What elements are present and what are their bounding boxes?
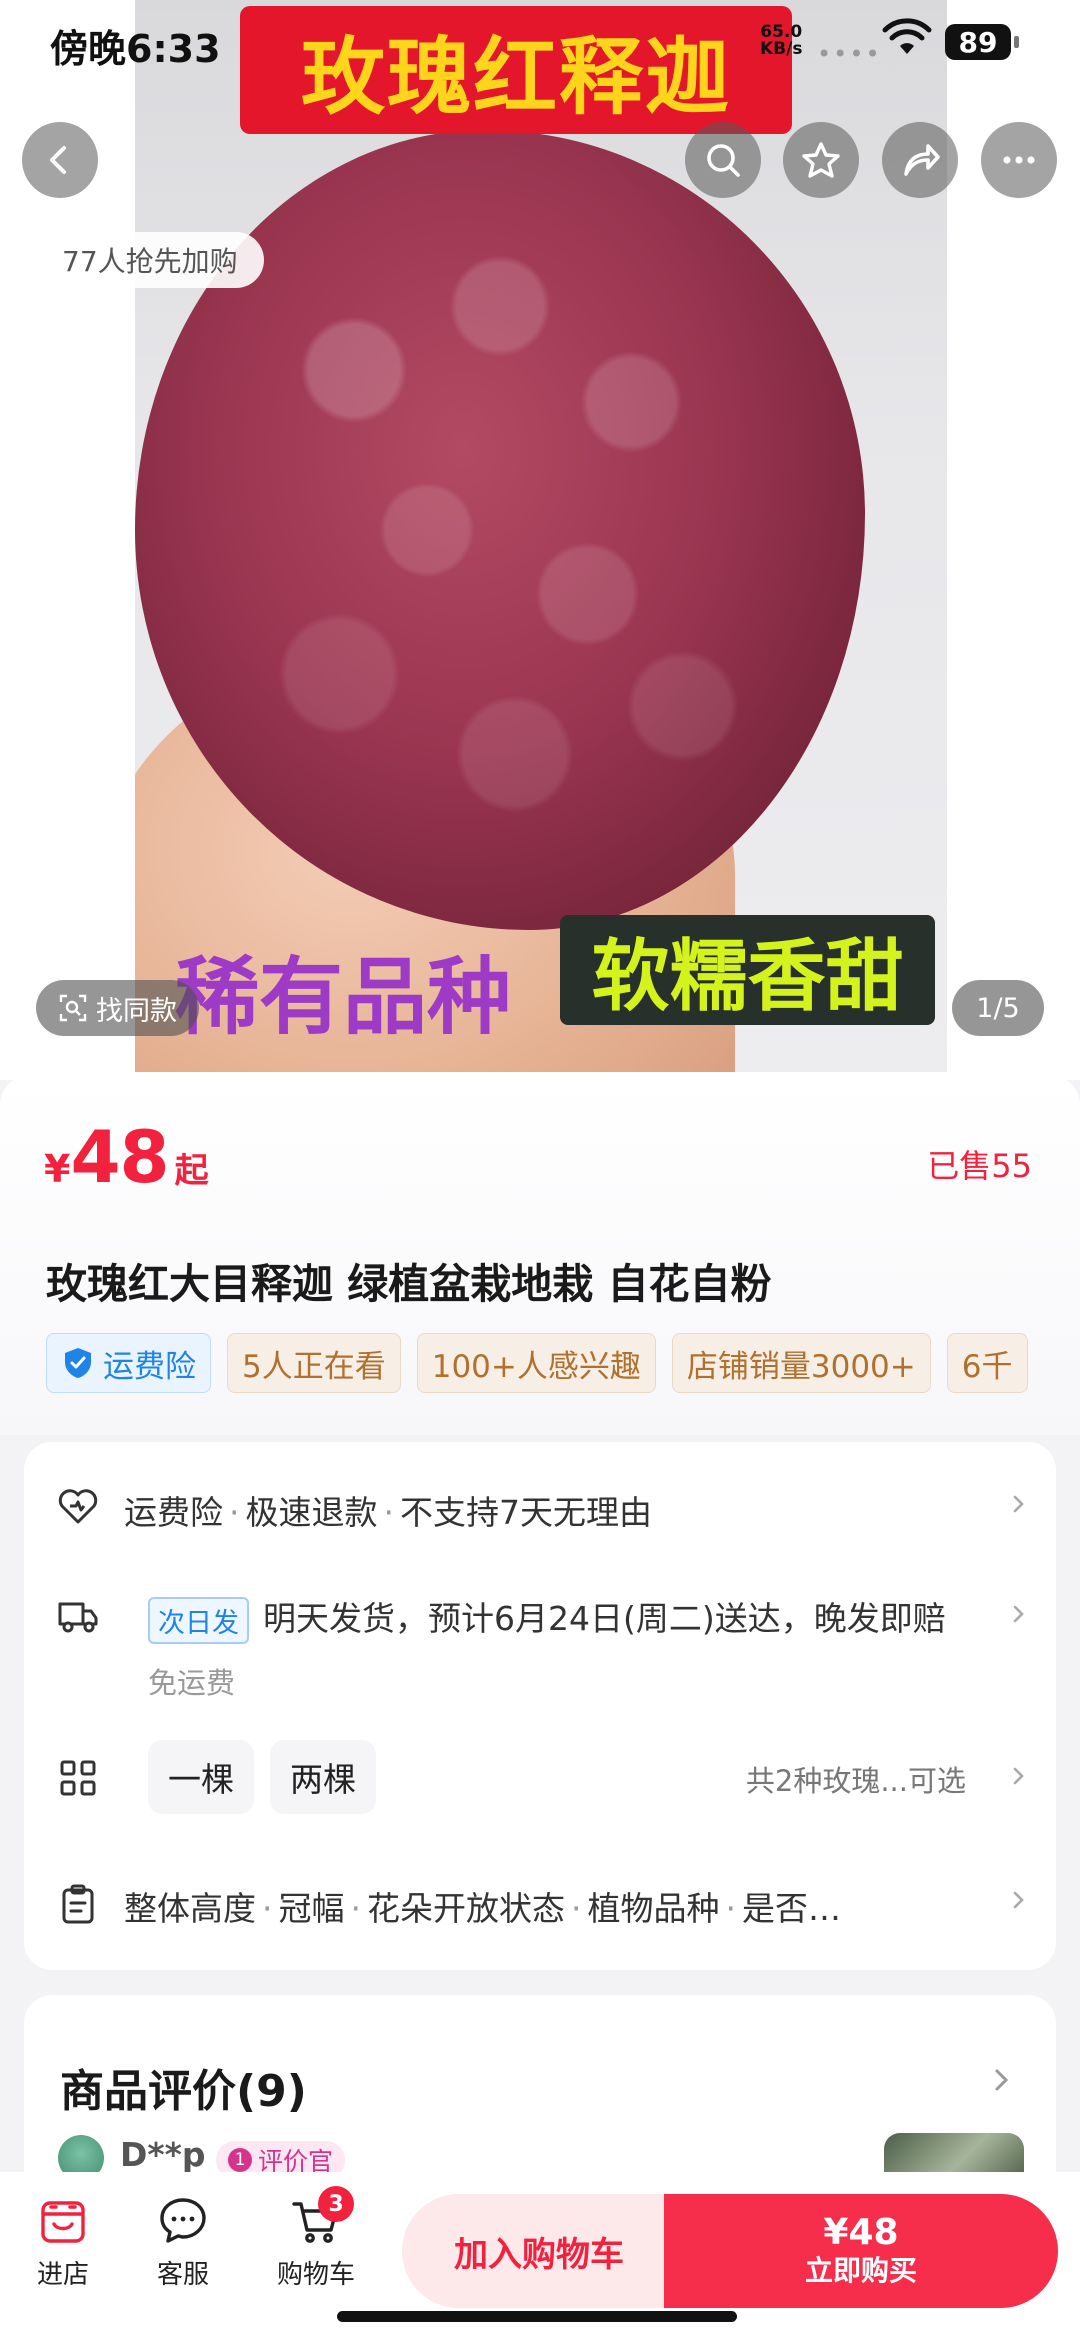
reviews-title: 商品评价(9) [60, 2066, 307, 2117]
cart-button[interactable]: 购物车 3 [266, 2186, 366, 2291]
free-shipping-text: 免运费 [148, 1666, 236, 1700]
guarantee-row[interactable]: 运费险 · 极速退款 · 不支持7天无理由 [24, 1442, 1056, 1562]
chevron-right-icon [1013, 1767, 1024, 1785]
grid-icon [60, 1760, 96, 1796]
shop-button[interactable]: 进店 [18, 2194, 108, 2291]
price-value: 48 [70, 1115, 169, 1199]
options-summary: 共2种玫瑰...可选 [745, 1764, 966, 1798]
image-counter: 1/5 [952, 980, 1044, 1036]
cart-count-badge: 3 [318, 2186, 354, 2222]
param-item: 冠幅 [278, 1889, 345, 1928]
separator-dot: · [571, 1889, 582, 1928]
scan-icon [59, 994, 87, 1022]
shipping-row[interactable]: 次日发 明天发货，预计6月24日(周二)送达，晚发即赔 免运费 [24, 1562, 1056, 1712]
shipping-eta: 明天发货，预计6月24日(周二)送达，晚发即赔 [263, 1599, 946, 1638]
image-overlay-rare: 稀有品种 [175, 948, 512, 1046]
truck-icon [58, 1602, 98, 1633]
guarantee-item: 运费险 [124, 1493, 223, 1532]
battery-indicator: 89 [945, 24, 1011, 60]
buy-now-button[interactable]: ¥48 立即购买 [664, 2194, 1058, 2308]
add-to-cart-button[interactable]: 加入购物车 [402, 2194, 676, 2308]
tag-label: 运费险 [103, 1348, 196, 1385]
home-indicator [337, 2311, 737, 2322]
service-label: 客服 [156, 2260, 209, 2290]
param-item: 是否… [742, 1889, 841, 1928]
separator-dot: · [725, 1889, 737, 1928]
share-button[interactable] [882, 122, 958, 198]
options-row[interactable]: 一棵 两棵 共2种玫瑰...可选 [24, 1712, 1056, 1842]
next-day-badge: 次日发 [148, 1597, 249, 1644]
product-tags: 运费险 5人正在看 100+人感兴趣 店铺销量3000+ 6千 [46, 1333, 1036, 1395]
option-two[interactable]: 两棵 [270, 1740, 376, 1814]
search-button[interactable] [685, 122, 761, 198]
review-user: D**p [120, 2135, 206, 2174]
cart-label: 购物车 [276, 2260, 355, 2290]
clipboard-icon [62, 1884, 94, 1924]
battery-tip [1014, 36, 1019, 48]
chevron-right-icon [1013, 1605, 1024, 1623]
guarantee-item: 极速退款 [245, 1493, 378, 1532]
more-icon [1003, 156, 1035, 164]
param-item: 植物品种 [587, 1889, 720, 1928]
separator-dot: · [350, 1889, 362, 1928]
find-similar-label: 找同款 [96, 995, 177, 1027]
product-title: 玫瑰红大目释迦 绿植盆栽地栽 自花自粉 [46, 1260, 772, 1308]
product-info-card: ¥ 48 起 已售55 玫瑰红大目释迦 绿植盆栽地栽 自花自粉 运费险 5人正在… [0, 1075, 1080, 1435]
options-list: 一棵 两棵 [148, 1740, 392, 1814]
network-speed: 65.0 KB/s [760, 24, 802, 58]
overlay-taste-text: 软糯香甜 [591, 932, 904, 1022]
separator-dot: · [262, 1889, 273, 1928]
shipping-text: 次日发 明天发货，预计6月24日(周二)送达，晚发即赔 [148, 1592, 946, 1644]
shop-icon [41, 2201, 85, 2243]
chevron-right-icon [995, 2069, 1009, 2091]
shop-label: 进店 [36, 2260, 89, 2290]
param-item: 花朵开放状态 [367, 1889, 565, 1928]
favorite-button[interactable] [783, 122, 859, 198]
price-suffix: 起 [174, 1151, 209, 1191]
separator-dot: · [229, 1493, 240, 1532]
buy-now-label: 立即购买 [804, 2254, 917, 2287]
sold-count: 已售55 [927, 1147, 1032, 1185]
share-icon [904, 144, 940, 176]
signal-dots: •••• [817, 40, 882, 68]
option-one[interactable]: 一棵 [148, 1740, 254, 1814]
tag-shop-sales: 店铺销量3000+ [671, 1333, 931, 1393]
customer-service-button[interactable]: 客服 [138, 2194, 228, 2291]
back-icon [50, 146, 66, 174]
buyers-count-pill: 77人抢先加购 [36, 232, 264, 288]
chevron-right-icon [1013, 1495, 1024, 1513]
params-text: 整体高度 · 冠幅 · 花朵开放状态 · 植物品种 · 是否… [124, 1882, 841, 1930]
tag-interested: 100+人感兴趣 [416, 1333, 656, 1393]
service-card: 运费险 · 极速退款 · 不支持7天无理由 次日发 明天发货，预计6月24日(周二)送达，… [24, 1442, 1056, 1970]
separator-dot: · [383, 1493, 395, 1532]
more-button[interactable] [981, 122, 1057, 198]
back-button[interactable] [22, 122, 98, 198]
status-time: 傍晚6:33 [50, 27, 221, 71]
find-similar-button[interactable]: 找同款 [36, 980, 199, 1036]
guarantee-item: 不支持7天无理由 [400, 1493, 652, 1532]
shield-check-icon [65, 1348, 91, 1378]
tag-viewing: 5人正在看 [227, 1333, 401, 1393]
chevron-right-icon [1013, 1891, 1024, 1909]
tag-shipping-insurance[interactable]: 运费险 [46, 1333, 211, 1393]
guarantee-text: 运费险 · 极速退款 · 不支持7天无理由 [124, 1486, 652, 1534]
net-speed-unit: KB/s [760, 39, 803, 59]
chat-icon [160, 2198, 206, 2243]
tag-more: 6千 [946, 1333, 1028, 1393]
status-bar: 傍晚6:33 65.0 KB/s •••• 89 [0, 0, 1080, 90]
price-symbol: ¥ [44, 1147, 71, 1191]
price: ¥ 48 起 [44, 1115, 209, 1199]
params-row[interactable]: 整体高度 · 冠幅 · 花朵开放状态 · 植物品种 · 是否… [24, 1842, 1056, 1970]
badge-number: 1 [228, 2148, 252, 2172]
heart-shield-icon [58, 1489, 98, 1524]
buy-price: ¥48 [823, 2212, 899, 2253]
star-icon [802, 142, 840, 178]
search-icon [707, 144, 740, 177]
wifi-icon [882, 18, 932, 54]
param-item: 整体高度 [124, 1889, 256, 1928]
image-overlay-taste: 软糯香甜 [560, 915, 935, 1025]
